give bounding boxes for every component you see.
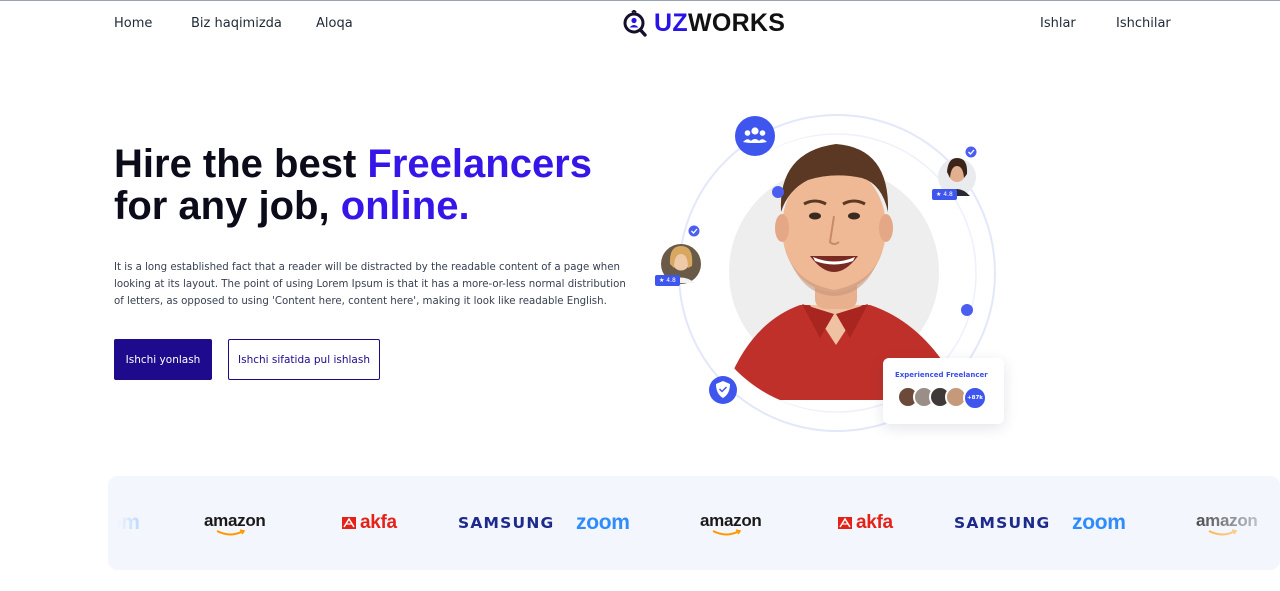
nav-about-link[interactable]: Biz haqimizda: [191, 16, 282, 31]
earn-as-worker-button[interactable]: Ishchi sifatida pul ishlash: [228, 339, 380, 380]
team-badge: [735, 116, 775, 156]
orbit-dot-2: [961, 304, 973, 316]
brand-amazon: amazon: [700, 476, 762, 570]
brand-akfa-text: akfa: [342, 512, 397, 534]
rating-badge-right: ★ 4.8: [932, 189, 957, 200]
hero-title-accent-freelancers: Freelancers: [367, 142, 592, 186]
brand-logos-strip: zoom amazon akfa SAMSUNG zoom amazon akf…: [108, 476, 1280, 570]
brand-akfa: akfa: [838, 476, 893, 570]
experienced-freelancer-card: Experienced Freelancer +87k: [883, 358, 1004, 424]
brand-amazon: amazon: [204, 476, 266, 570]
hero-description: It is a long established fact that a rea…: [114, 262, 626, 307]
rating-badge-left: ★ 4.8: [655, 275, 680, 286]
logo-text: UZWORKS: [654, 9, 785, 38]
logo-works-text: WORKS: [687, 9, 786, 37]
hero-title-part1: Hire the best: [114, 142, 368, 186]
freelancer-count-badge: +87k: [963, 386, 987, 410]
orbit-dot-1: [772, 186, 784, 198]
brand-samsung: SAMSUNG: [458, 476, 554, 570]
hero-title-part2: for any job,: [114, 184, 341, 228]
logo-uz-text: UZ: [654, 9, 688, 37]
brand-akfa-text: akfa: [838, 512, 893, 534]
brand-akfa-label: akfa: [856, 512, 893, 533]
brand-samsung: SAMSUNG: [954, 476, 1050, 570]
brand-zoom-text: zoom: [576, 511, 630, 534]
brand-zoom: zoom: [1072, 476, 1126, 570]
brand-samsung-text: SAMSUNG: [954, 514, 1051, 532]
hire-worker-button[interactable]: Ishchi yonlash: [114, 339, 212, 380]
nav-workers-link[interactable]: Ishchilar: [1116, 16, 1171, 31]
nav-home-link[interactable]: Home: [114, 16, 152, 31]
brand-akfa-label: akfa: [360, 512, 397, 533]
brand-zoom-text: zoom: [1072, 511, 1126, 534]
site-logo[interactable]: UZWORKS: [623, 9, 785, 38]
top-border: [0, 0, 1280, 1]
nav-contact-link[interactable]: Aloqa: [316, 16, 353, 31]
brand-amazon-label: amazon: [700, 511, 762, 530]
brand-amazon-label: amazon: [204, 511, 266, 530]
hero-title: Hire the best Freelancers for any job, o…: [114, 143, 654, 227]
akfa-flag-icon: [838, 517, 852, 529]
verified-dot-right: [965, 146, 977, 158]
brand-akfa: akfa: [342, 476, 397, 570]
card-title: Experienced Freelancer: [895, 371, 988, 379]
hero-title-accent-online: online.: [340, 184, 470, 228]
brand-amazon-text: amazon: [700, 511, 762, 536]
amazon-smile-icon: [216, 529, 246, 536]
brand-strip-fade-left: [108, 476, 198, 570]
akfa-flag-icon: [342, 517, 356, 529]
nav-jobs-link[interactable]: Ishlar: [1040, 16, 1076, 31]
brand-amazon-text: amazon: [204, 511, 266, 536]
amazon-smile-icon: [712, 529, 742, 536]
brand-zoom: zoom: [576, 476, 630, 570]
brand-samsung-text: SAMSUNG: [458, 514, 555, 532]
search-person-icon: [623, 9, 647, 37]
brand-strip-fade-right: [1170, 476, 1280, 570]
verified-dot-left: [688, 225, 700, 237]
